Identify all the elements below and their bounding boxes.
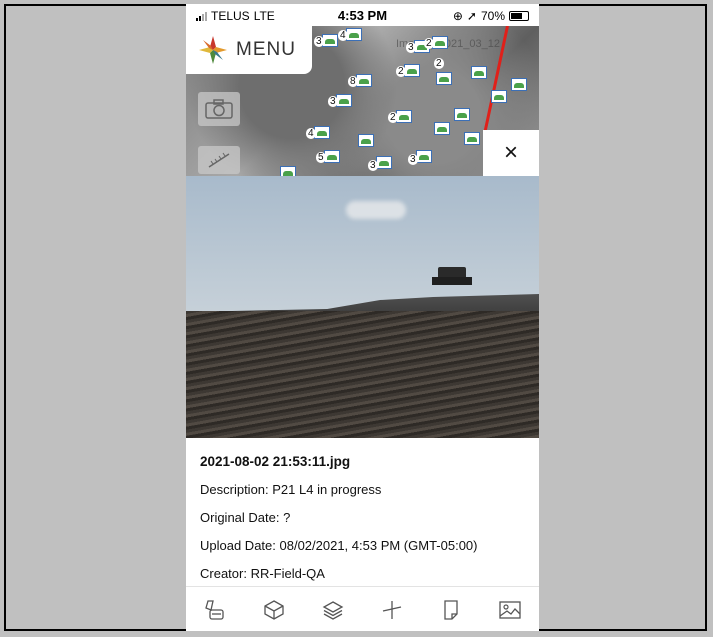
camera-button[interactable] (198, 92, 240, 126)
tab-edit[interactable] (201, 596, 229, 624)
orientation-lock-icon: ⊕ (452, 9, 463, 23)
cluster-count: 3 (408, 154, 418, 165)
photo-marker[interactable] (434, 122, 450, 135)
photo-filename: 2021-08-02 21:53:11.jpg (200, 454, 351, 469)
cluster-count: 4 (306, 128, 316, 139)
photo-marker[interactable] (454, 108, 470, 121)
photo-bulldozer (432, 267, 472, 285)
photo-marker[interactable] (404, 64, 420, 77)
phone-screen: TELUS LTE 4:53 PM ⊕ ➚ 70% Imagery 2021_0… (186, 4, 539, 631)
menu-label: MENU (236, 39, 296, 60)
photo-details: 2021-08-02 21:53:11.jpg Description: P21… (200, 448, 530, 588)
photo-marker[interactable] (358, 134, 374, 147)
cluster-count: 2 (424, 38, 434, 49)
photo-cloud (346, 201, 406, 219)
photo-marker[interactable] (471, 66, 487, 79)
cluster-count: 2 (434, 58, 444, 69)
box-3d-icon (264, 599, 284, 620)
tab-layers[interactable] (319, 596, 347, 624)
measure-icon (382, 600, 402, 619)
layers-icon (322, 600, 344, 620)
tab-3d[interactable] (260, 596, 288, 624)
map-view[interactable]: Imagery 2021_03_12 3 4 3 2 2 8 3 2 4 5 3… (186, 26, 539, 176)
cluster-count: 3 (406, 42, 416, 53)
photo-marker[interactable] (280, 166, 296, 176)
status-bar: TELUS LTE 4:53 PM ⊕ ➚ 70% (186, 4, 539, 26)
tab-document[interactable] (437, 596, 465, 624)
edit-icon (205, 599, 225, 620)
tab-measure[interactable] (378, 596, 406, 624)
tab-image[interactable] (496, 596, 524, 624)
photo-marker[interactable] (491, 90, 507, 103)
close-icon: × (503, 139, 518, 166)
compass-logo-icon (199, 36, 227, 64)
photo-marker[interactable] (396, 110, 412, 123)
photo-marker[interactable] (511, 78, 527, 91)
photo-upload-date: Upload Date: 08/02/2021, 4:53 PM (GMT-05… (200, 538, 478, 553)
photo-marker[interactable] (322, 34, 338, 47)
photo-marker[interactable] (336, 94, 352, 107)
cluster-count: 3 (314, 36, 324, 47)
cluster-count: 2 (388, 112, 398, 123)
cluster-count: 4 (338, 30, 348, 41)
cluster-count: 2 (396, 66, 406, 77)
photo-marker[interactable] (376, 156, 392, 169)
battery-percent: 70% (480, 9, 505, 23)
cluster-count: 3 (368, 160, 378, 171)
photo-marker[interactable] (416, 150, 432, 163)
ruler-icon (208, 152, 230, 168)
photo-marker[interactable] (346, 28, 362, 41)
menu-button[interactable]: MENU (186, 26, 312, 74)
cluster-count: 5 (316, 152, 326, 163)
photo-marker[interactable] (324, 150, 340, 163)
document-icon (444, 599, 458, 620)
bottom-toolbar (186, 586, 539, 631)
ruler-button[interactable] (198, 146, 240, 174)
image-icon (498, 600, 521, 619)
location-arrow-icon: ➚ (466, 9, 477, 23)
status-right: ⊕ ➚ 70% (453, 9, 529, 23)
camera-icon (205, 99, 233, 119)
photo-description: Description: P21 L4 in progress (200, 482, 382, 497)
photo-marker[interactable] (314, 126, 330, 139)
photo-ground (186, 311, 539, 438)
cluster-count: 3 (328, 96, 338, 107)
photo-creator: Creator: RR-Field-QA (200, 566, 325, 581)
photo-sky (186, 176, 539, 316)
close-button[interactable]: × (483, 130, 539, 176)
photo-marker[interactable] (432, 36, 448, 49)
battery-icon (509, 11, 529, 21)
photo-original-date: Original Date: ? (200, 510, 291, 525)
photo-marker[interactable] (464, 132, 480, 145)
photo-marker[interactable] (356, 74, 372, 87)
cluster-count: 8 (348, 76, 358, 87)
photo-marker[interactable] (436, 72, 452, 85)
photo-preview[interactable] (186, 176, 539, 438)
